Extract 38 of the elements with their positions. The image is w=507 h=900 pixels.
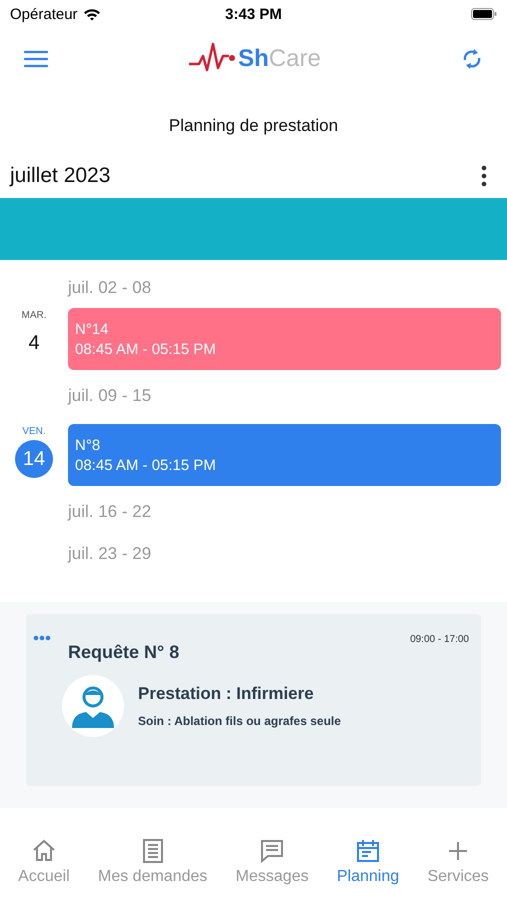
day-number: 14: [15, 440, 53, 478]
menu-icon[interactable]: [24, 50, 48, 68]
tab-item[interactable]: Accueil: [18, 838, 70, 886]
event-card[interactable]: N°14 08:45 AM - 05:15 PM: [68, 308, 501, 370]
logo-text: ShCare: [238, 45, 321, 73]
event-card[interactable]: N°8 08:45 AM - 05:15 PM: [68, 424, 501, 486]
calendar-icon: [355, 838, 382, 864]
week-label: juil. 02 - 08: [68, 278, 152, 298]
tab-item[interactable]: Services: [427, 838, 489, 886]
nurse-avatar-icon: [62, 675, 124, 737]
tab-item[interactable]: Messages: [236, 838, 309, 886]
request-card[interactable]: 09:00 - 17:00 Requête N° 8 Prestation : Infirmiere Soin : Ablation fils ou agrafes seule: [26, 614, 481, 786]
request-title: Requête N° 8: [68, 642, 180, 663]
chat-icon: [259, 838, 286, 864]
week-label: juil. 09 - 15: [68, 386, 152, 406]
week-label: juil. 16 - 22: [68, 502, 152, 522]
tab-item[interactable]: Mes demandes: [98, 838, 208, 886]
week-label: juil. 23 - 29: [68, 544, 152, 564]
event-title: N°14: [75, 320, 110, 338]
event-time: 08:45 AM - 05:15 PM: [75, 456, 217, 474]
service-name: Prestation : Infirmiere: [138, 684, 315, 704]
carrier-name: Opérateur: [10, 6, 78, 22]
battery-icon: [471, 8, 498, 20]
month-title[interactable]: juillet 2023: [10, 164, 110, 188]
event-time: 08:45 AM - 05:15 PM: [75, 340, 217, 358]
wifi-icon: [82, 8, 101, 20]
home-icon: [30, 838, 57, 864]
refresh-icon[interactable]: [460, 47, 483, 71]
more-icon[interactable]: [481, 165, 487, 187]
weekday-label: MAR.: [22, 310, 46, 321]
day-number: 4: [27, 330, 41, 356]
status-time: 3:43 PM: [225, 6, 282, 22]
tab-item[interactable]: Planning: [336, 838, 400, 886]
weekday-label: VEN.: [22, 426, 46, 437]
request-time: 09:00 - 17:00: [410, 634, 469, 645]
care-description: Soin : Ablation fils ou agrafes seule: [138, 714, 341, 728]
event-title: N°8: [75, 436, 102, 454]
page-title: Planning de prestation: [168, 115, 340, 137]
